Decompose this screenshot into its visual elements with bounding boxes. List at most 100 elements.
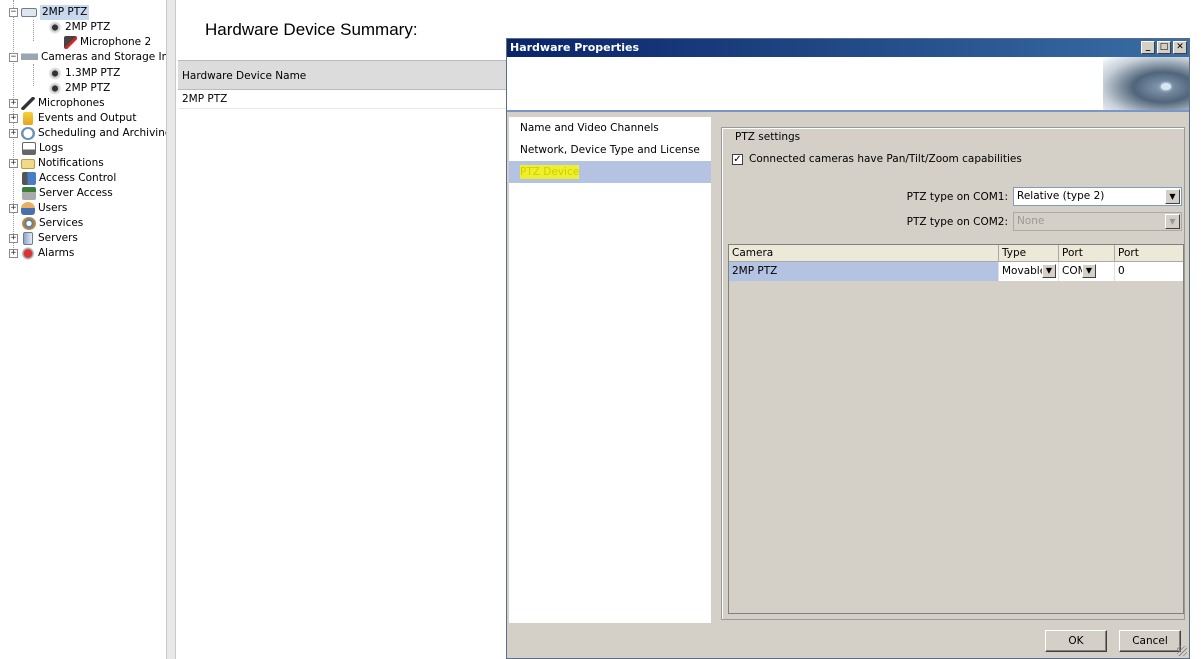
tree-item-cameras-storage[interactable]: − Cameras and Storage Info xyxy=(9,50,166,65)
checkbox-label: Connected cameras have Pan/Tilt/Zoom cap… xyxy=(749,153,1022,165)
logs-icon xyxy=(22,142,36,155)
ptz-settings-group: PTZ settings ✓ Connected cameras have Pa… xyxy=(721,127,1185,620)
nav-item-name-video-channels[interactable]: Name and Video Channels xyxy=(509,117,711,139)
camera-icon xyxy=(21,51,38,64)
ptz-camera-icon xyxy=(48,21,62,34)
chevron-down-icon[interactable]: ▼ xyxy=(1042,264,1056,278)
checkbox-check-icon[interactable]: ✓ xyxy=(732,153,743,165)
tree-item-logs[interactable]: Logs xyxy=(22,141,63,156)
clock-icon xyxy=(21,127,35,140)
users-icon xyxy=(21,202,35,215)
server-icon xyxy=(23,232,33,245)
cell-camera[interactable]: 2MP PTZ xyxy=(729,262,999,281)
tree-item-label: Logs xyxy=(39,142,64,154)
tree-item-label: Events and Output xyxy=(38,112,137,124)
server-access-icon xyxy=(22,187,36,200)
nav-item-label: PTZ Device xyxy=(520,165,580,179)
tree-item-scheduling[interactable]: + Scheduling and Archiving xyxy=(9,126,166,141)
chevron-down-icon[interactable]: ▼ xyxy=(1082,264,1096,278)
tree-item-label: Scheduling and Archiving xyxy=(38,127,166,139)
expand-icon[interactable]: + xyxy=(9,234,18,243)
tree-item-camera[interactable]: 1.3MP PTZ xyxy=(48,66,120,81)
tree-item-camera[interactable]: 2MP PTZ xyxy=(48,20,110,35)
tree-item-microphone[interactable]: Microphone 2 xyxy=(64,35,151,50)
column-port-address[interactable]: Port Address xyxy=(1115,245,1183,276)
grid-header: Camera Type Port Port Address xyxy=(729,245,1183,276)
expand-icon[interactable]: + xyxy=(9,99,18,108)
chevron-down-icon: ▼ xyxy=(1165,214,1180,229)
microphone-disabled-icon xyxy=(64,36,77,49)
group-label: PTZ settings xyxy=(732,131,804,143)
tree-item-label: Microphone 2 xyxy=(80,36,152,48)
tree-item-hardware[interactable]: − 2MP PTZ xyxy=(9,5,90,20)
table-row[interactable]: 2MP PTZ Movable ▼ COM1 ▼ 0 xyxy=(729,262,1183,281)
tree-item-label: Alarms xyxy=(38,247,75,259)
cell-type[interactable]: Movable ▼ xyxy=(999,262,1059,281)
tree-item-label: Access Control xyxy=(39,172,117,184)
cell-port[interactable]: COM1 ▼ xyxy=(1059,262,1115,281)
tree-item-users[interactable]: + Users xyxy=(9,201,67,216)
resize-grip-icon[interactable] xyxy=(1177,646,1187,656)
tree-item-label: Cameras and Storage Info xyxy=(41,51,166,63)
expand-icon[interactable]: + xyxy=(9,129,18,138)
summary-column-header[interactable]: Hardware Device Name xyxy=(178,60,508,90)
cancel-button[interactable]: Cancel xyxy=(1119,630,1181,652)
nav-item-network-device-license[interactable]: Network, Device Type and License xyxy=(509,139,711,161)
cell-port-address[interactable]: 0 xyxy=(1115,262,1183,281)
com1-value: Relative (type 2) xyxy=(1017,190,1105,202)
column-camera[interactable]: Camera xyxy=(729,245,999,261)
envelope-icon xyxy=(21,158,35,169)
hardware-properties-dialog: Hardware Properties _ □ ✕ Name and Video… xyxy=(506,38,1190,659)
ptz-camera-icon xyxy=(48,67,62,80)
com1-label: PTZ type on COM1: xyxy=(906,191,1008,203)
tree-item-label: 2MP PTZ xyxy=(65,82,111,94)
tree-item-label: 2MP PTZ xyxy=(65,21,111,33)
ptz-settings-panel: PTZ settings ✓ Connected cameras have Pa… xyxy=(717,117,1189,623)
tree-item-microphones[interactable]: + Microphones xyxy=(9,96,105,111)
access-control-icon xyxy=(22,172,36,185)
column-type[interactable]: Type xyxy=(999,245,1059,261)
tree-item-services[interactable]: Services xyxy=(22,216,83,231)
column-port[interactable]: Port xyxy=(1059,245,1115,261)
ptz-camera-icon xyxy=(48,82,62,95)
tree-item-label: 1.3MP PTZ xyxy=(65,67,121,79)
tree-item-notifications[interactable]: + Notifications xyxy=(9,156,104,171)
expand-icon[interactable]: + xyxy=(9,114,18,123)
splitter[interactable] xyxy=(166,0,176,659)
collapse-icon[interactable]: − xyxy=(9,8,18,17)
nav-item-ptz-device[interactable]: PTZ Device xyxy=(509,161,711,183)
tree-item-label: 2MP PTZ xyxy=(40,5,90,20)
dialog-title-bar[interactable]: Hardware Properties _ □ ✕ xyxy=(507,39,1189,57)
expand-icon[interactable]: + xyxy=(9,249,18,258)
expand-icon[interactable]: + xyxy=(9,159,18,168)
tree-item-access-control[interactable]: Access Control xyxy=(22,171,116,186)
tree-item-alarms[interactable]: + Alarms xyxy=(9,246,74,261)
tree-item-servers[interactable]: + Servers xyxy=(9,231,78,246)
dialog-banner xyxy=(507,57,1189,112)
minimize-button[interactable]: _ xyxy=(1141,41,1155,54)
tree-item-label: Servers xyxy=(38,232,78,244)
tree-item-label: Notifications xyxy=(38,157,104,169)
summary-table: Hardware Device Name 2MP PTZ xyxy=(178,60,508,109)
tree-item-label: Server Access xyxy=(39,187,113,199)
ok-button[interactable]: OK xyxy=(1045,630,1107,652)
tree-item-label: Microphones xyxy=(38,97,105,109)
dialog-nav: Name and Video Channels Network, Device … xyxy=(509,117,711,623)
close-button[interactable]: ✕ xyxy=(1173,41,1187,54)
navigation-tree: − 2MP PTZ 2MP PTZ Microphone 2 − Cameras… xyxy=(0,0,166,659)
events-icon xyxy=(23,112,33,125)
summary-row[interactable]: 2MP PTZ xyxy=(178,90,508,109)
maximize-button[interactable]: □ xyxy=(1157,41,1171,54)
com1-select[interactable]: Relative (type 2) ▼ xyxy=(1013,187,1182,206)
summary-title: Hardware Device Summary: xyxy=(205,20,418,39)
collapse-icon[interactable]: − xyxy=(9,53,18,62)
chevron-down-icon[interactable]: ▼ xyxy=(1165,189,1180,204)
wolf-logo xyxy=(1103,57,1189,110)
tree-item-camera[interactable]: 2MP PTZ xyxy=(48,81,110,96)
com2-label: PTZ type on COM2: xyxy=(906,216,1008,228)
tree-item-label: Users xyxy=(38,202,68,214)
tree-item-server-access[interactable]: Server Access xyxy=(22,186,113,201)
tree-item-events[interactable]: + Events and Output xyxy=(9,111,136,126)
ptz-capabilities-checkbox[interactable]: ✓ Connected cameras have Pan/Tilt/Zoom c… xyxy=(732,153,1022,165)
expand-icon[interactable]: + xyxy=(9,204,18,213)
